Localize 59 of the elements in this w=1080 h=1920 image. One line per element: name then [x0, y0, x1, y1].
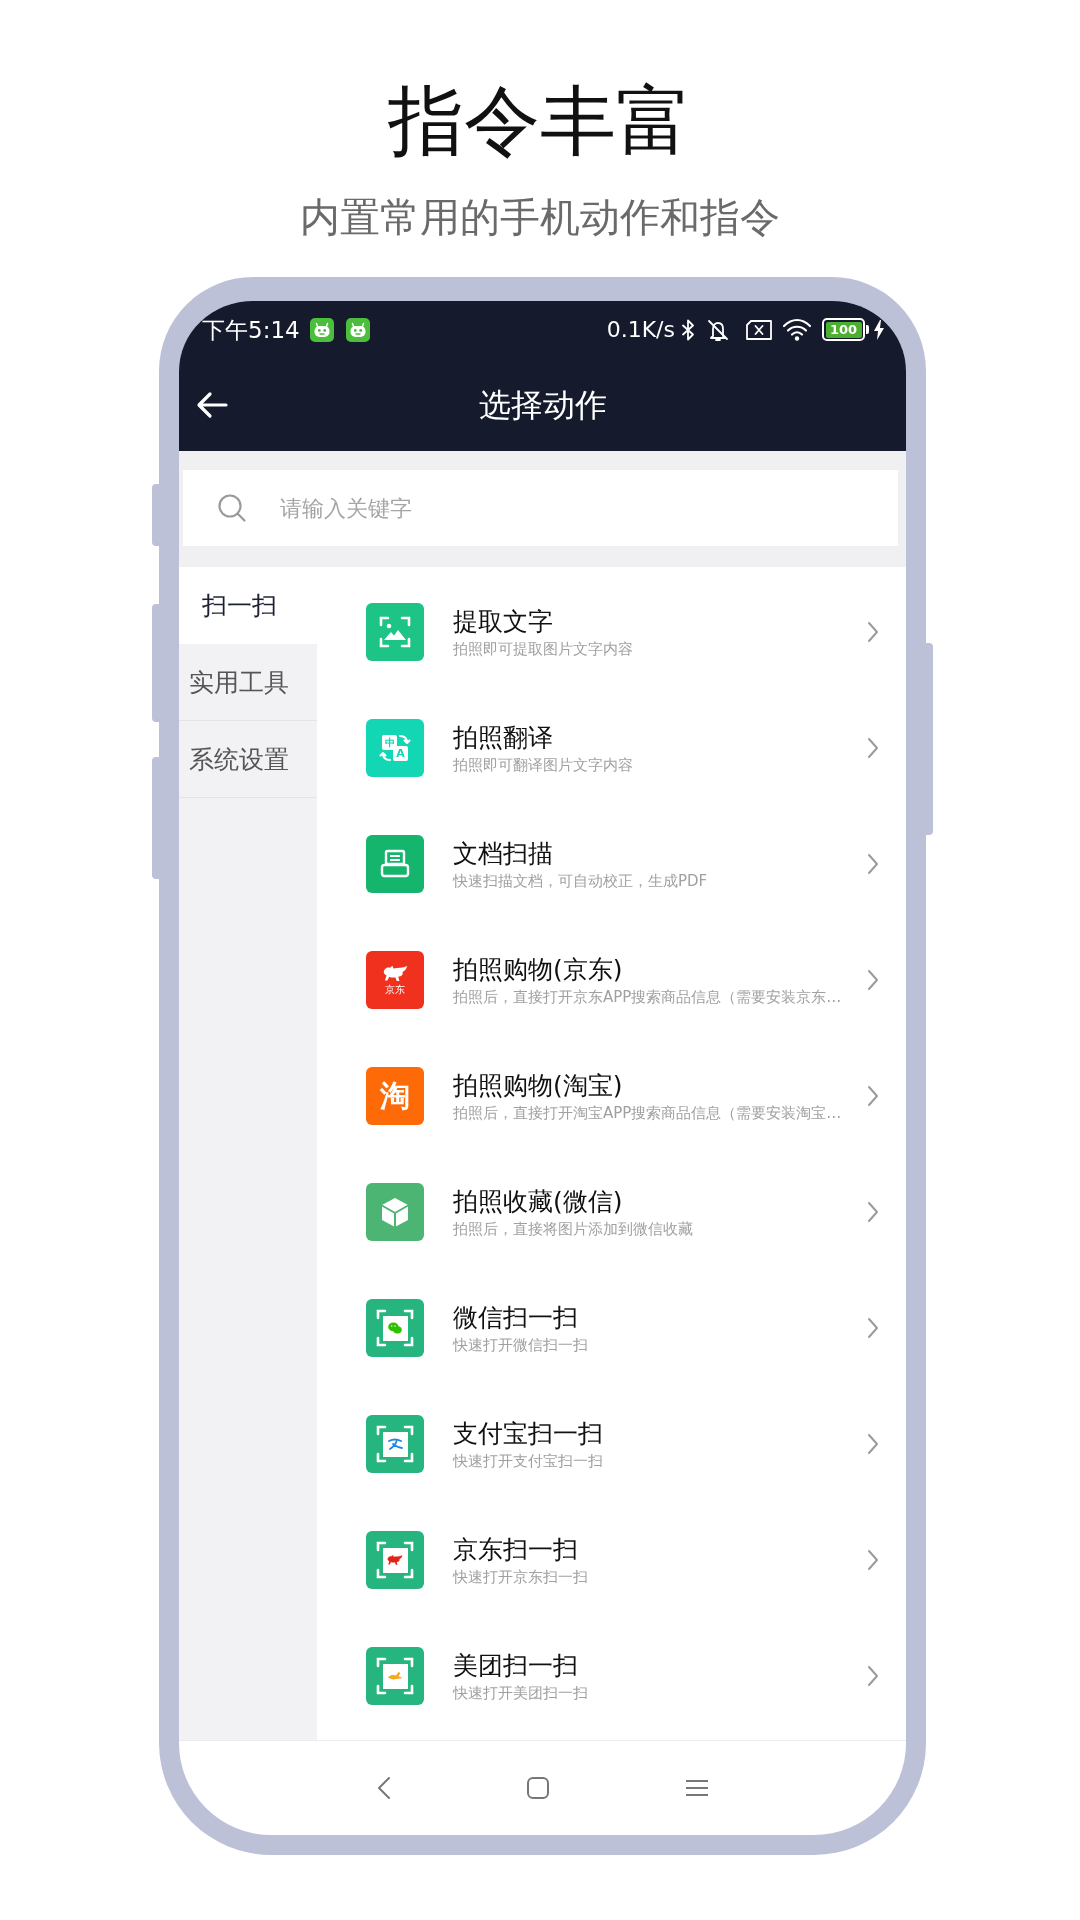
sidebar-item[interactable]: 系统设置 — [179, 721, 317, 798]
chevron-right-icon — [867, 1549, 879, 1571]
swoosh-logo-icon — [387, 1438, 403, 1450]
action-description: 拍照即可提取图片文字内容 — [453, 639, 633, 658]
action-title: 文档扫描 — [453, 838, 553, 869]
action-description: 拍照后，直接打开京东APP搜索商品信息（需要安装京东… — [453, 987, 842, 1006]
chevron-right-icon — [867, 1433, 879, 1455]
headline: 指令丰富 — [388, 76, 692, 166]
action-title: 拍照购物(京东) — [453, 954, 623, 985]
animal-logo-icon — [387, 1554, 403, 1566]
network-speed: 0.1K/s — [606, 315, 675, 344]
screen-title: 选择动作 — [478, 384, 607, 425]
action-description: 快速打开支付宝扫一扫 — [453, 1451, 603, 1470]
sidebar-item[interactable]: 扫一扫 — [179, 567, 317, 644]
translate-icon: 中 A — [366, 719, 424, 777]
chevron-right-icon — [867, 737, 879, 759]
back-arrow-icon[interactable] — [196, 390, 228, 419]
subheadline: 内置常用的手机动作和指令 — [300, 193, 780, 241]
home-icon[interactable] — [526, 1777, 549, 1799]
action-title: 美团扫一扫 — [453, 1650, 578, 1681]
action-description: 拍照后，直接打开淘宝APP搜索商品信息（需要安装淘宝… — [453, 1103, 842, 1122]
search-field[interactable]: 请输入关键字 — [183, 470, 898, 546]
action-description: 快速扫描文档，可自动校正，生成PDF — [453, 871, 708, 890]
chevron-right-icon — [867, 1085, 879, 1107]
action-title: 拍照翻译 — [453, 722, 553, 753]
action-title: 提取文字 — [453, 606, 553, 637]
chevron-right-icon — [867, 1201, 879, 1223]
animal-logo-icon — [387, 1670, 403, 1682]
charging-bolt-icon — [874, 319, 884, 340]
chevron-right-icon — [867, 969, 879, 991]
search-icon — [217, 493, 247, 523]
status-time: 下午5:14 — [202, 315, 300, 344]
animal-logo-icon — [382, 964, 408, 982]
back-icon[interactable] — [376, 1776, 391, 1800]
no-sim-icon — [745, 318, 773, 341]
logo-tile: 淘 — [366, 1067, 424, 1125]
action-description: 快速打开美团扫一扫 — [453, 1683, 588, 1702]
wifi-icon — [782, 317, 812, 342]
chevron-right-icon — [867, 1317, 879, 1339]
bluetooth-icon — [681, 318, 695, 341]
action-description: 拍照后，直接将图片添加到微信收藏 — [453, 1219, 693, 1238]
robot-face-icon — [345, 317, 370, 342]
logo-text: 京东 — [385, 983, 405, 996]
bell-off-icon — [705, 317, 731, 342]
action-description: 拍照即可翻译图片文字内容 — [453, 755, 633, 774]
action-description: 快速打开京东扫一扫 — [453, 1567, 588, 1586]
menu-icon[interactable] — [684, 1779, 709, 1797]
action-title: 拍照收藏(微信) — [453, 1186, 623, 1217]
sidebar-item[interactable]: 实用工具 — [179, 644, 317, 721]
action-title: 微信扫一扫 — [453, 1302, 578, 1333]
action-title: 京东扫一扫 — [453, 1534, 578, 1565]
chevron-right-icon — [867, 853, 879, 875]
chat-bubbles-icon — [387, 1322, 403, 1334]
chevron-right-icon — [867, 1665, 879, 1687]
action-description: 快速打开微信扫一扫 — [453, 1335, 588, 1354]
action-title: 支付宝扫一扫 — [453, 1418, 603, 1449]
robot-face-icon — [309, 317, 334, 342]
chevron-right-icon — [867, 621, 879, 643]
action-title: 拍照购物(淘宝) — [453, 1070, 623, 1101]
